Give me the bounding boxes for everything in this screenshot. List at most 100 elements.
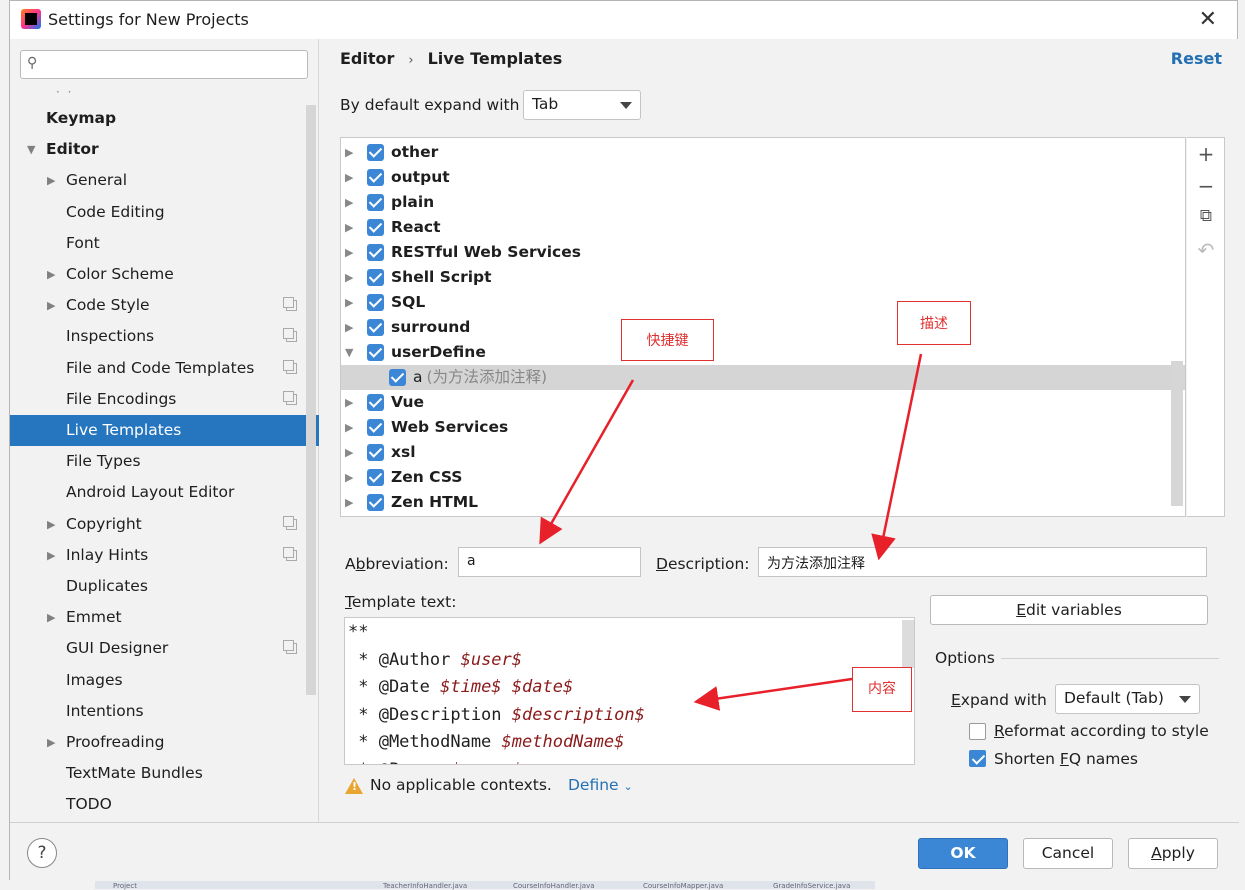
collapsed-arrow-icon[interactable]: ▶ bbox=[47, 509, 55, 540]
reformat-checkbox[interactable] bbox=[969, 723, 986, 740]
shorten-fq-checkbox[interactable] bbox=[969, 750, 986, 767]
expanded-arrow-icon[interactable]: ▼ bbox=[345, 340, 353, 365]
template-group[interactable]: ▶ Zen CSS bbox=[341, 465, 1185, 490]
sidebar-item-intentions[interactable]: Intentions bbox=[10, 696, 319, 727]
template-checkbox[interactable] bbox=[367, 294, 384, 311]
template-group[interactable]: ▶ Zen HTML bbox=[341, 490, 1185, 515]
add-icon[interactable]: + bbox=[1187, 142, 1225, 166]
remove-icon[interactable]: − bbox=[1187, 174, 1225, 198]
template-group[interactable]: ▶ output bbox=[341, 165, 1185, 190]
collapsed-arrow-icon[interactable]: ▶ bbox=[345, 265, 353, 290]
editor-scrollbar[interactable] bbox=[902, 620, 914, 668]
sidebar-item-code-style[interactable]: ▶ Code Style bbox=[10, 290, 319, 321]
template-group[interactable]: ▶ surround bbox=[341, 315, 1185, 340]
template-text-editor[interactable]: ** * @Author $user$ * @Date $time$ $date… bbox=[344, 617, 915, 765]
sidebar-item-emmet[interactable]: ▶ Emmet bbox=[10, 602, 319, 633]
sidebar-item-inlay-hints[interactable]: ▶ Inlay Hints bbox=[10, 540, 319, 571]
template-checkbox[interactable] bbox=[367, 394, 384, 411]
sidebar-scrollbar[interactable] bbox=[306, 105, 316, 695]
template-checkbox[interactable] bbox=[367, 469, 384, 486]
template-group[interactable]: ▼ userDefine bbox=[341, 340, 1185, 365]
template-group[interactable]: ▶ Vue bbox=[341, 390, 1185, 415]
collapsed-arrow-icon[interactable]: ▶ bbox=[47, 540, 55, 571]
template-checkbox[interactable] bbox=[367, 419, 384, 436]
sidebar-item-gui-designer[interactable]: GUI Designer bbox=[10, 633, 319, 664]
template-checkbox[interactable] bbox=[367, 219, 384, 236]
sidebar-item-code-editing[interactable]: Code Editing bbox=[10, 197, 319, 228]
cancel-button[interactable]: Cancel bbox=[1023, 838, 1113, 869]
collapsed-arrow-icon[interactable]: ▶ bbox=[345, 465, 353, 490]
define-link[interactable]: Define ⌄ bbox=[568, 776, 633, 794]
collapsed-arrow-icon[interactable]: ▶ bbox=[345, 215, 353, 240]
collapsed-arrow-icon[interactable]: ▶ bbox=[345, 190, 353, 215]
template-item[interactable]: a (为方法添加注释) bbox=[341, 365, 1185, 390]
sidebar-item-color-scheme[interactable]: ▶ Color Scheme bbox=[10, 259, 319, 290]
template-checkbox[interactable] bbox=[367, 319, 384, 336]
collapsed-arrow-icon[interactable]: ▶ bbox=[47, 165, 55, 196]
apply-button[interactable]: Apply bbox=[1128, 838, 1218, 869]
close-icon[interactable]: ✕ bbox=[1199, 7, 1217, 32]
sidebar-item-general[interactable]: ▶ General bbox=[10, 165, 319, 196]
collapsed-arrow-icon[interactable]: ▶ bbox=[345, 290, 353, 315]
collapsed-arrow-icon[interactable]: ▶ bbox=[345, 440, 353, 465]
sidebar-item-editor[interactable]: ▼ Editor bbox=[10, 134, 319, 165]
sidebar-item-duplicates[interactable]: Duplicates bbox=[10, 571, 319, 602]
template-checkbox[interactable] bbox=[367, 244, 384, 261]
sidebar-item-copyright[interactable]: ▶ Copyright bbox=[10, 509, 319, 540]
template-group[interactable]: ▶ xsl bbox=[341, 440, 1185, 465]
template-list-scrollbar[interactable] bbox=[1171, 361, 1183, 506]
collapsed-arrow-icon[interactable]: ▶ bbox=[47, 259, 55, 290]
template-group[interactable]: ▶ plain bbox=[341, 190, 1185, 215]
collapsed-arrow-icon[interactable]: ▶ bbox=[345, 140, 353, 165]
default-expand-select[interactable]: Tab bbox=[523, 90, 641, 120]
template-checkbox[interactable] bbox=[367, 494, 384, 511]
help-icon[interactable]: ? bbox=[27, 838, 57, 868]
sidebar-item-images[interactable]: Images bbox=[10, 665, 319, 696]
collapsed-arrow-icon[interactable]: ▶ bbox=[345, 390, 353, 415]
template-checkbox[interactable] bbox=[367, 344, 384, 361]
template-checkbox[interactable] bbox=[367, 144, 384, 161]
breadcrumb-parent[interactable]: Editor bbox=[340, 49, 394, 68]
abbreviation-field[interactable]: a bbox=[458, 547, 641, 577]
template-checkbox[interactable] bbox=[367, 444, 384, 461]
expanded-arrow-icon[interactable]: ▼ bbox=[27, 134, 35, 165]
edit-variables-button[interactable]: Edit variables bbox=[930, 595, 1208, 625]
collapsed-arrow-icon[interactable]: ▶ bbox=[345, 315, 353, 340]
copy-icon[interactable]: ⧉ bbox=[1187, 206, 1225, 226]
collapsed-arrow-icon[interactable]: ▶ bbox=[47, 290, 55, 321]
template-group[interactable]: ▶ SQL bbox=[341, 290, 1185, 315]
sidebar-item-live-templates[interactable]: Live Templates bbox=[10, 415, 319, 446]
sidebar-item-font[interactable]: Font bbox=[10, 228, 319, 259]
template-group[interactable]: ▶ other bbox=[341, 140, 1185, 165]
template-group[interactable]: ▶ Shell Script bbox=[341, 265, 1185, 290]
sidebar-item-todo[interactable]: TODO bbox=[10, 789, 319, 820]
sidebar-item-keymap[interactable]: Keymap bbox=[10, 103, 319, 134]
template-checkbox[interactable] bbox=[389, 369, 406, 386]
template-checkbox[interactable] bbox=[367, 194, 384, 211]
collapsed-arrow-icon[interactable]: ▶ bbox=[345, 415, 353, 440]
description-field[interactable]: 为方法添加注释 bbox=[758, 547, 1207, 577]
collapsed-arrow-icon[interactable]: ▶ bbox=[345, 490, 353, 515]
collapsed-arrow-icon[interactable]: ▶ bbox=[47, 602, 55, 633]
sidebar-item-file-and-code-templates[interactable]: File and Code Templates bbox=[10, 353, 319, 384]
sidebar-item-inspections[interactable]: Inspections bbox=[10, 321, 319, 352]
template-checkbox[interactable] bbox=[367, 269, 384, 286]
sidebar-item-android-layout-editor[interactable]: Android Layout Editor bbox=[10, 477, 319, 508]
template-checkbox[interactable] bbox=[367, 169, 384, 186]
expand-with-select[interactable]: Default (Tab) bbox=[1055, 684, 1200, 714]
collapsed-arrow-icon[interactable]: ▶ bbox=[47, 727, 55, 758]
sidebar-item-file-types[interactable]: File Types bbox=[10, 446, 319, 477]
collapsed-arrow-icon[interactable]: ▶ bbox=[345, 165, 353, 190]
template-group[interactable]: ▶ React bbox=[341, 215, 1185, 240]
collapsed-arrow-icon[interactable]: ▶ bbox=[345, 240, 353, 265]
undo-icon[interactable]: ↶ bbox=[1187, 238, 1225, 262]
sidebar-item-file-encodings[interactable]: File Encodings bbox=[10, 384, 319, 415]
sidebar-item-textmate-bundles[interactable]: TextMate Bundles bbox=[10, 758, 319, 789]
reset-link[interactable]: Reset bbox=[1171, 49, 1222, 68]
template-group[interactable]: ▶ Web Services bbox=[341, 415, 1185, 440]
ok-button[interactable]: OK bbox=[918, 838, 1008, 869]
settings-search[interactable]: ⚲ bbox=[20, 50, 308, 79]
sidebar-item-proofreading[interactable]: ▶ Proofreading bbox=[10, 727, 319, 758]
template-group[interactable]: ▶ RESTful Web Services bbox=[341, 240, 1185, 265]
search-input[interactable] bbox=[49, 54, 301, 75]
